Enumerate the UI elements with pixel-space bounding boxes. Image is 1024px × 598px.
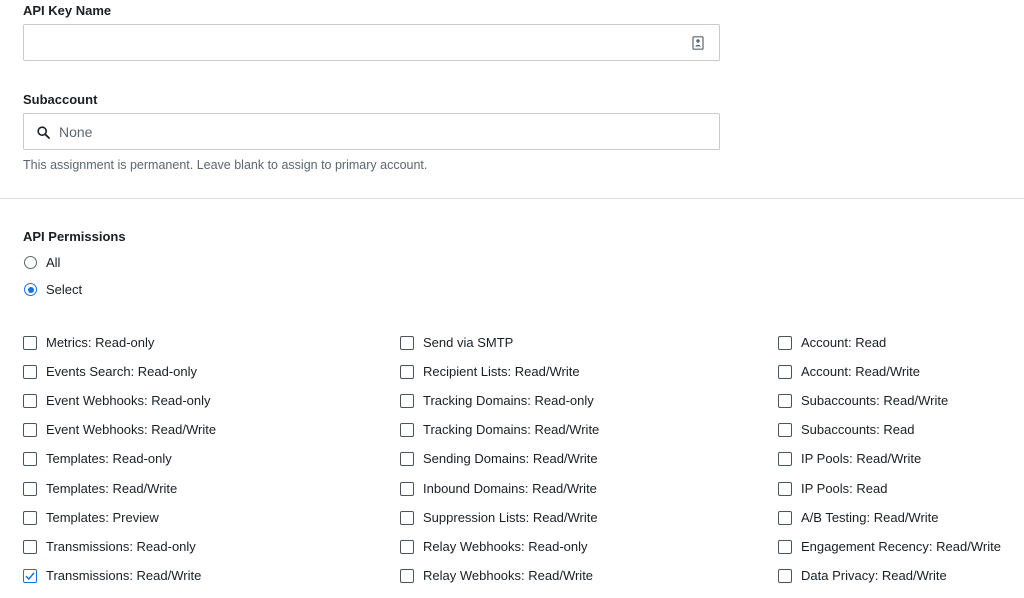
- permission-checkbox-item[interactable]: A/B Testing: Read/Write: [778, 510, 939, 525]
- radio-option-all[interactable]: All: [24, 255, 60, 270]
- radio-label: Select: [46, 282, 83, 297]
- permission-checkbox-item[interactable]: Relay Webhooks: Read/Write: [400, 568, 593, 583]
- checkbox[interactable]: [23, 422, 37, 437]
- permission-label: Transmissions: Read/Write: [46, 568, 202, 583]
- permission-label: Events Search: Read-only: [46, 364, 198, 379]
- permission-checkbox-item[interactable]: Engagement Recency: Read/Write: [778, 539, 1001, 554]
- permission-checkbox-item[interactable]: Templates: Read-only: [23, 451, 172, 466]
- permission-label: Recipient Lists: Read/Write: [423, 364, 580, 379]
- permission-label: Templates: Preview: [46, 510, 159, 525]
- permission-checkbox-item[interactable]: Relay Webhooks: Read-only: [400, 539, 588, 554]
- permission-label: A/B Testing: Read/Write: [801, 510, 939, 525]
- permission-checkbox-item[interactable]: Sending Domains: Read/Write: [400, 451, 598, 466]
- permission-checkbox-item[interactable]: Metrics: Read-only: [23, 335, 154, 350]
- checkbox[interactable]: [400, 510, 414, 525]
- permission-label: Engagement Recency: Read/Write: [801, 539, 1001, 554]
- checkbox-checked[interactable]: [23, 568, 37, 583]
- permission-label: Tracking Domains: Read-only: [423, 393, 594, 408]
- permission-checkbox-item[interactable]: Subaccounts: Read: [778, 422, 914, 437]
- checkbox[interactable]: [400, 393, 414, 408]
- checkbox[interactable]: [778, 422, 792, 437]
- permission-checkbox-item[interactable]: Event Webhooks: Read/Write: [23, 422, 216, 437]
- permission-checkbox-item[interactable]: Suppression Lists: Read/Write: [400, 510, 598, 525]
- permission-label: Templates: Read-only: [46, 451, 172, 466]
- permission-label: Send via SMTP: [423, 335, 514, 350]
- checkbox[interactable]: [400, 539, 414, 554]
- permission-checkbox-item[interactable]: Transmissions: Read/Write: [23, 568, 201, 583]
- checkbox[interactable]: [778, 364, 792, 379]
- checkbox[interactable]: [400, 364, 414, 379]
- permission-label: Event Webhooks: Read-only: [46, 393, 211, 408]
- checkbox[interactable]: [778, 568, 792, 583]
- permission-checkbox-item[interactable]: IP Pools: Read: [778, 481, 887, 496]
- checkbox[interactable]: [23, 364, 37, 379]
- permission-label: Account: Read/Write: [801, 364, 920, 379]
- checkbox[interactable]: [23, 451, 37, 466]
- api-key-name-label: API Key Name: [23, 3, 112, 18]
- permission-label: IP Pools: Read/Write: [801, 451, 922, 466]
- checkbox[interactable]: [400, 568, 414, 583]
- permission-checkbox-item[interactable]: Data Privacy: Read/Write: [778, 568, 947, 583]
- permission-label: Subaccounts: Read/Write: [801, 393, 949, 408]
- permission-checkbox-item[interactable]: Event Webhooks: Read-only: [23, 393, 211, 408]
- permission-label: Transmissions: Read-only: [46, 539, 196, 554]
- api-key-name-input[interactable]: [24, 25, 684, 60]
- permission-checkbox-item[interactable]: Account: Read: [778, 335, 886, 350]
- permission-checkbox-item[interactable]: Templates: Preview: [23, 510, 159, 525]
- radio-label: All: [46, 255, 61, 270]
- permission-checkbox-item[interactable]: Account: Read/Write: [778, 364, 920, 379]
- permission-checkbox-item[interactable]: Events Search: Read-only: [23, 364, 197, 379]
- permission-checkbox-item[interactable]: Subaccounts: Read/Write: [778, 393, 948, 408]
- api-key-name-field[interactable]: [23, 24, 720, 61]
- permission-checkbox-item[interactable]: Tracking Domains: Read/Write: [400, 422, 599, 437]
- checkbox[interactable]: [400, 481, 414, 496]
- search-icon: [37, 126, 50, 139]
- permission-checkbox-item[interactable]: Transmissions: Read-only: [23, 539, 196, 554]
- permission-checkbox-item[interactable]: IP Pools: Read/Write: [778, 451, 921, 466]
- subaccount-help-text: This assignment is permanent. Leave blan…: [23, 158, 428, 172]
- permission-checkbox-item[interactable]: Inbound Domains: Read/Write: [400, 481, 597, 496]
- subaccount-field[interactable]: [23, 113, 720, 150]
- checkbox[interactable]: [778, 451, 792, 466]
- checkbox[interactable]: [23, 510, 37, 525]
- checkbox[interactable]: [778, 335, 792, 350]
- permission-label: Event Webhooks: Read/Write: [46, 422, 217, 437]
- permission-label: Account: Read: [801, 335, 887, 350]
- permission-label: Inbound Domains: Read/Write: [423, 481, 597, 496]
- checkbox[interactable]: [400, 422, 414, 437]
- checkbox[interactable]: [23, 393, 37, 408]
- checkbox[interactable]: [400, 335, 414, 350]
- permission-checkbox-item[interactable]: Recipient Lists: Read/Write: [400, 364, 580, 379]
- checkbox[interactable]: [23, 335, 37, 350]
- contact-card-icon[interactable]: [692, 36, 704, 50]
- api-permissions-heading: API Permissions: [23, 229, 126, 244]
- radio-option-select[interactable]: Select: [24, 282, 82, 297]
- permission-label: Data Privacy: Read/Write: [801, 568, 947, 583]
- checkbox[interactable]: [778, 481, 792, 496]
- checkmark-icon: [25, 571, 35, 580]
- checkbox[interactable]: [778, 539, 792, 554]
- permission-label: Tracking Domains: Read/Write: [423, 422, 600, 437]
- radio-button[interactable]: [24, 256, 37, 269]
- radio-button[interactable]: [24, 283, 37, 296]
- permission-label: Metrics: Read-only: [46, 335, 155, 350]
- checkbox[interactable]: [778, 510, 792, 525]
- permission-label: Suppression Lists: Read/Write: [423, 510, 598, 525]
- checkbox[interactable]: [400, 451, 414, 466]
- subaccount-search-input[interactable]: [24, 114, 674, 149]
- permission-checkbox-item[interactable]: Templates: Read/Write: [23, 481, 177, 496]
- permission-label: Relay Webhooks: Read-only: [423, 539, 588, 554]
- subaccount-label: Subaccount: [23, 92, 98, 107]
- permission-label: IP Pools: Read: [801, 481, 888, 496]
- checkbox[interactable]: [23, 539, 37, 554]
- permission-checkbox-item[interactable]: Tracking Domains: Read-only: [400, 393, 594, 408]
- permission-label: Subaccounts: Read: [801, 422, 915, 437]
- checkbox[interactable]: [778, 393, 792, 408]
- section-divider: [0, 198, 1024, 199]
- permission-label: Sending Domains: Read/Write: [423, 451, 598, 466]
- permission-label: Relay Webhooks: Read/Write: [423, 568, 594, 583]
- permission-checkbox-item[interactable]: Send via SMTP: [400, 335, 513, 350]
- checkbox[interactable]: [23, 481, 37, 496]
- permission-label: Templates: Read/Write: [46, 481, 178, 496]
